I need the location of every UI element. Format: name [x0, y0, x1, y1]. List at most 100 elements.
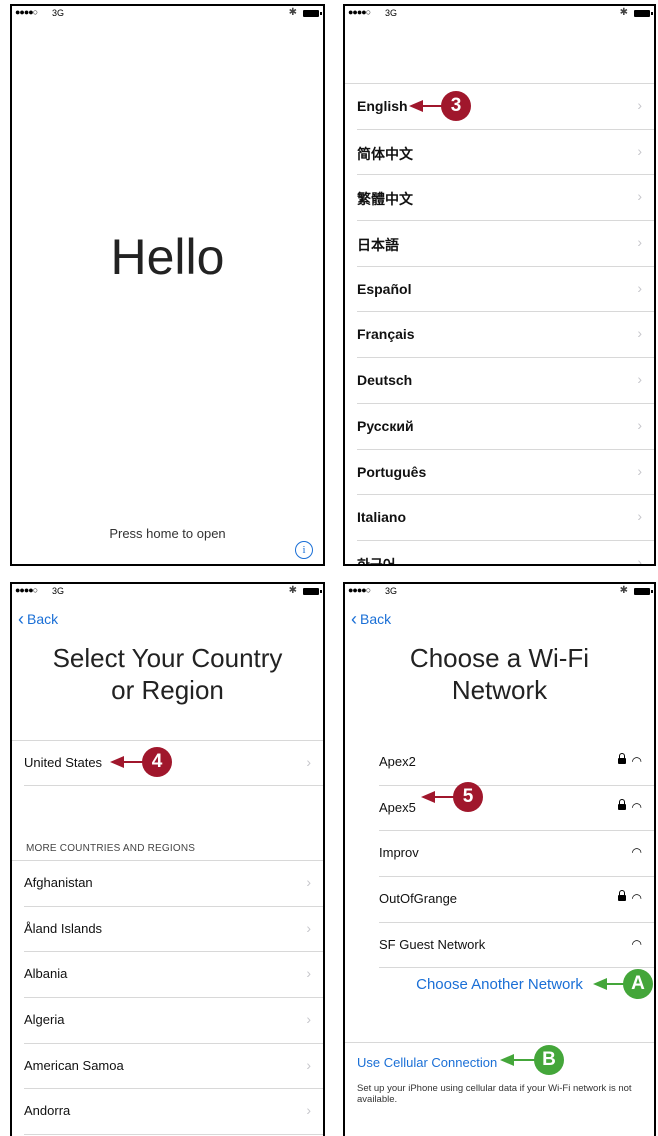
- status-bar: ●●●●○ 3G ✱: [12, 6, 323, 22]
- back-button[interactable]: ‹ Back: [351, 608, 391, 629]
- signal-strength-icon: ●●●●○: [348, 7, 371, 17]
- network-name: SF Guest Network: [379, 936, 486, 952]
- language-item[interactable]: Italiano ›: [357, 495, 654, 541]
- chevron-right-icon: ›: [306, 1102, 311, 1119]
- language-item[interactable]: English ›: [357, 84, 654, 130]
- chevron-right-icon: ›: [637, 188, 642, 205]
- country-list: Afghanistan › Åland Islands › Albania › Alg…: [12, 860, 323, 1136]
- choose-another-network-button[interactable]: Choose Another Network: [345, 976, 654, 993]
- chevron-right-icon: ›: [637, 97, 642, 113]
- status-bar: ●●●●○ 3G ✱: [345, 584, 654, 600]
- chevron-right-icon: ›: [306, 1056, 311, 1073]
- country-item[interactable]: Afghanistan ›: [24, 861, 323, 907]
- network-type: 3G: [52, 8, 65, 18]
- battery-icon: [634, 588, 653, 595]
- network-name: Apex5: [379, 799, 416, 815]
- country-item[interactable]: United States ›: [24, 741, 323, 786]
- country-label: United States: [24, 755, 103, 770]
- section-header: MORE COUNTRIES AND REGIONS: [26, 843, 196, 854]
- language-label: English: [357, 98, 408, 114]
- signal-strength-icon: ●●●●○: [348, 585, 371, 595]
- wifi-network-item[interactable]: OutOfGrange ◠: [379, 877, 654, 923]
- title-line: or Region: [111, 675, 224, 705]
- back-label: Back: [360, 611, 392, 627]
- language-item[interactable]: 日本語 ›: [357, 221, 654, 267]
- wifi-signal-icon: ◠: [631, 754, 642, 768]
- wifi-network-item[interactable]: Apex2 ◠: [379, 740, 654, 786]
- country-screen: ●●●●○ 3G ✱ ‹ Back Select Your Country or …: [10, 582, 325, 1136]
- language-label: Русский: [357, 417, 414, 434]
- language-list: English › 简体中文 › 繁體中文 › 日本語 › Español › Franç…: [345, 83, 654, 566]
- chevron-right-icon: ›: [306, 754, 311, 770]
- language-item[interactable]: Português ›: [357, 450, 654, 496]
- press-home-prompt: Press home to open: [109, 526, 226, 541]
- country-item[interactable]: Albania ›: [24, 952, 323, 999]
- chevron-right-icon: ›: [637, 508, 642, 525]
- country-item[interactable]: Åland Islands ›: [24, 907, 323, 953]
- language-label: 简体中文: [357, 145, 413, 162]
- language-item[interactable]: 한국어 ›: [357, 541, 654, 566]
- bluetooth-icon: ✱: [619, 585, 628, 596]
- network-type: 3G: [385, 586, 398, 596]
- chevron-right-icon: ›: [306, 965, 311, 982]
- wifi-signal-icon: ◠: [631, 936, 642, 951]
- title-line: Select Your Country: [52, 643, 283, 673]
- bluetooth-icon: ✱: [619, 7, 628, 18]
- chevron-right-icon: ›: [306, 1011, 311, 1028]
- battery-icon: [303, 10, 322, 17]
- country-label: American Samoa: [24, 1057, 124, 1073]
- chevron-right-icon: ›: [637, 142, 642, 159]
- wifi-signal-icon: ◠: [631, 891, 642, 906]
- battery-icon: [303, 588, 322, 595]
- language-item[interactable]: 简体中文 ›: [357, 130, 654, 176]
- country-item[interactable]: Andorra ›: [24, 1089, 323, 1136]
- language-label: Español: [357, 280, 412, 297]
- info-icon[interactable]: i: [295, 541, 313, 559]
- language-label: Deutsch: [357, 372, 413, 389]
- cellular-note: Set up your iPhone using cellular data i…: [357, 1083, 632, 1105]
- wifi-network-item[interactable]: Apex5 ◠: [379, 786, 654, 832]
- language-item[interactable]: Deutsch ›: [357, 358, 654, 404]
- chevron-right-icon: ›: [637, 325, 642, 342]
- wifi-screen: ●●●●○ 3G ✱ ‹ Back Choose a Wi-Fi Network …: [343, 582, 656, 1136]
- lock-icon: [617, 753, 626, 764]
- network-name: OutOfGrange: [379, 891, 458, 907]
- country-item[interactable]: American Samoa ›: [24, 1044, 323, 1090]
- language-item[interactable]: Русский ›: [357, 404, 654, 450]
- language-label: Français: [357, 326, 415, 343]
- page-title: Select Your Country or Region: [12, 642, 323, 706]
- hello-greeting: Hello: [110, 229, 225, 285]
- wifi-network-item[interactable]: SF Guest Network ◠: [379, 923, 654, 969]
- network-name: Apex2: [379, 754, 416, 769]
- signal-strength-icon: ●●●●○: [15, 7, 38, 17]
- use-cellular-button[interactable]: Use Cellular Connection: [357, 1055, 497, 1070]
- language-label: Italiano: [357, 509, 407, 526]
- bluetooth-icon: ✱: [288, 585, 297, 596]
- suggested-country-list: United States ›: [12, 740, 323, 786]
- network-name: Improv: [379, 845, 419, 861]
- country-label: Åland Islands: [24, 920, 103, 936]
- language-item[interactable]: Français ›: [357, 312, 654, 359]
- country-label: Afghanistan: [24, 875, 93, 890]
- page-title: Choose a Wi-Fi Network: [345, 642, 654, 706]
- country-label: Albania: [24, 966, 68, 982]
- back-button[interactable]: ‹ Back: [18, 608, 58, 629]
- country-item[interactable]: Algeria ›: [24, 998, 323, 1044]
- language-label: 한국어: [357, 556, 396, 566]
- network-type: 3G: [52, 586, 65, 596]
- chevron-left-icon: ‹: [18, 609, 24, 629]
- title-line: Network: [451, 675, 548, 705]
- language-item[interactable]: 繁體中文 ›: [357, 175, 654, 222]
- chevron-right-icon: ›: [306, 874, 311, 890]
- chevron-left-icon: ‹: [351, 609, 357, 629]
- language-item[interactable]: Español ›: [357, 267, 654, 313]
- back-label: Back: [27, 611, 59, 627]
- language-label: Português: [357, 463, 427, 480]
- signal-strength-icon: ●●●●○: [15, 585, 38, 595]
- language-screen: ●●●●○ 3G ✱ English › 简体中文 › 繁體中文 › 日本語 › Esp…: [343, 4, 656, 566]
- chevron-right-icon: ›: [637, 234, 642, 251]
- cellular-row: Use Cellular Connection: [345, 1042, 654, 1083]
- status-bar: ●●●●○ 3G ✱: [345, 6, 654, 22]
- wifi-network-item[interactable]: Improv ◠: [379, 831, 654, 878]
- wifi-signal-icon: ◠: [631, 845, 642, 860]
